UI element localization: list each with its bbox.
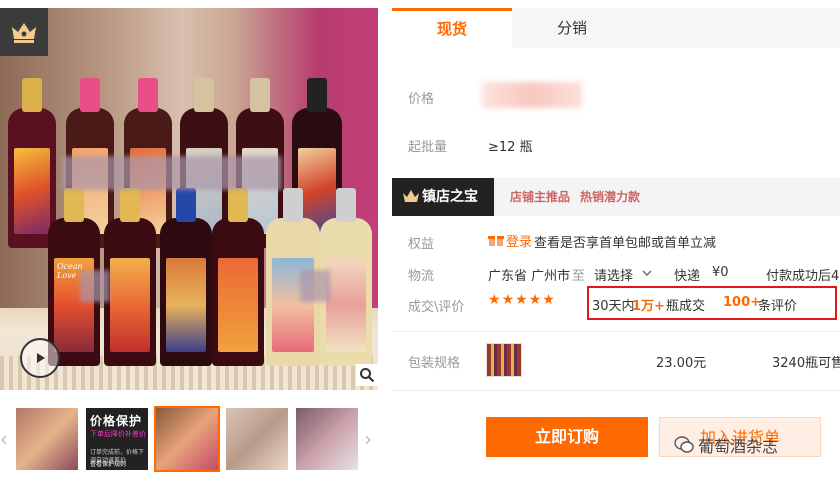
review-suffix: 条评价 — [758, 299, 798, 314]
express-label: 快递 — [674, 269, 701, 284]
star-icon: ★ — [528, 292, 543, 308]
store-tag: 热销潜力款 — [580, 190, 641, 204]
crown-icon — [12, 23, 36, 43]
thumbnail-price-protection[interactable]: 价格保护 下单后降价补差价 订单完成前，价格下调自动退差价 查看保护规则 — [86, 408, 148, 470]
thumbnail[interactable] — [226, 408, 288, 470]
moq-value: ≥12 瓶 — [488, 140, 533, 155]
thumbnail-selected[interactable] — [154, 406, 220, 472]
zoom-button[interactable] — [356, 364, 378, 386]
purchase-tabs: 现货 分销 — [392, 8, 840, 48]
chevron-right-icon[interactable]: › — [364, 427, 372, 451]
star-icon: ★ — [542, 292, 556, 308]
spec-price: 23.00元 — [656, 356, 707, 371]
spec-stock: 3240瓶可售 — [772, 356, 840, 371]
price-label: 价格 — [408, 92, 435, 107]
gift-icon — [488, 236, 504, 246]
to-label: 至 — [572, 269, 586, 284]
star-icon: ★ — [501, 292, 516, 308]
price-protection-title: 价格保护 — [90, 414, 143, 428]
store-treasure-badge: 镇店之宝 — [392, 178, 494, 216]
thumbnail-strip: ‹ 价格保护 下单后降价补差价 订单完成前，价格下调自动退差价 查看保护规则 › — [0, 403, 378, 473]
bottle — [160, 188, 212, 366]
express-fee: ¥0 — [712, 265, 729, 280]
star-icon: ★ — [515, 292, 529, 308]
watermark-text: 葡萄酒杂志 — [698, 437, 779, 456]
star-icon: ★ — [488, 292, 502, 308]
price-value-censored — [482, 82, 582, 108]
censored-area — [62, 156, 282, 190]
spec-label: 包装规格 — [408, 356, 461, 371]
reviews-label: 成交\评价 — [408, 300, 465, 315]
ship-note: 付款成功后48 — [766, 269, 840, 284]
sales-count[interactable]: 1万+ — [632, 295, 665, 314]
crown-badge — [0, 8, 48, 56]
main-product-photo[interactable]: Ocean Love — [0, 8, 378, 390]
chevron-down-icon[interactable] — [642, 269, 652, 277]
sales-suffix: 瓶成交 — [666, 299, 706, 314]
product-gallery: Ocean Love ‹ 价格保护 下单后降价补差价 订单完成前，价格下调自动退… — [0, 0, 378, 484]
price-protection-link: 查看保护规则 — [90, 461, 127, 468]
tab-spot[interactable]: 现货 — [392, 8, 512, 48]
bottle — [104, 188, 156, 366]
bottle — [212, 188, 264, 366]
purchase-panel: 现货 分销 价格 起批量 ≥12 瓶 镇店之宝 店铺主推品 热销潜力款 权益 登… — [392, 0, 840, 484]
wechat-icon — [674, 436, 694, 453]
destination-select[interactable]: 请选择 — [594, 265, 633, 284]
rating-stars: ★★★★★ — [488, 292, 556, 308]
moq-label: 起批量 — [408, 140, 448, 155]
store-tag: 店铺主推品 — [510, 190, 571, 204]
origin-location: 广东省 广州市 — [488, 269, 571, 284]
divider — [392, 390, 840, 391]
store-treasure-label: 镇店之宝 — [422, 189, 478, 205]
play-icon — [37, 353, 45, 363]
zoom-icon — [360, 368, 375, 383]
price-protection-line: 下单后降价补差价 — [90, 430, 146, 438]
sales-prefix: 30天内 — [592, 299, 635, 314]
thumbnail[interactable] — [296, 408, 358, 470]
order-now-button[interactable]: 立即订购 — [486, 417, 648, 457]
login-link[interactable]: 登录 — [506, 231, 532, 250]
store-treasure-bar: 镇店之宝 店铺主推品 热销潜力款 — [392, 178, 840, 216]
rights-text: 查看是否享首单包邮或首单立减 — [534, 236, 717, 251]
thumbnail[interactable] — [16, 408, 78, 470]
spec-thumbnail[interactable] — [486, 343, 522, 377]
censored-area — [80, 270, 110, 302]
logistics-label: 物流 — [408, 269, 435, 284]
review-count[interactable]: 100+ — [723, 295, 761, 310]
crown-icon — [403, 190, 419, 202]
censored-area — [300, 270, 330, 302]
chevron-left-icon[interactable]: ‹ — [0, 427, 8, 451]
rights-label: 权益 — [408, 237, 435, 252]
play-video-button[interactable] — [20, 338, 60, 378]
divider — [392, 331, 840, 332]
tab-distribution[interactable]: 分销 — [512, 8, 632, 48]
